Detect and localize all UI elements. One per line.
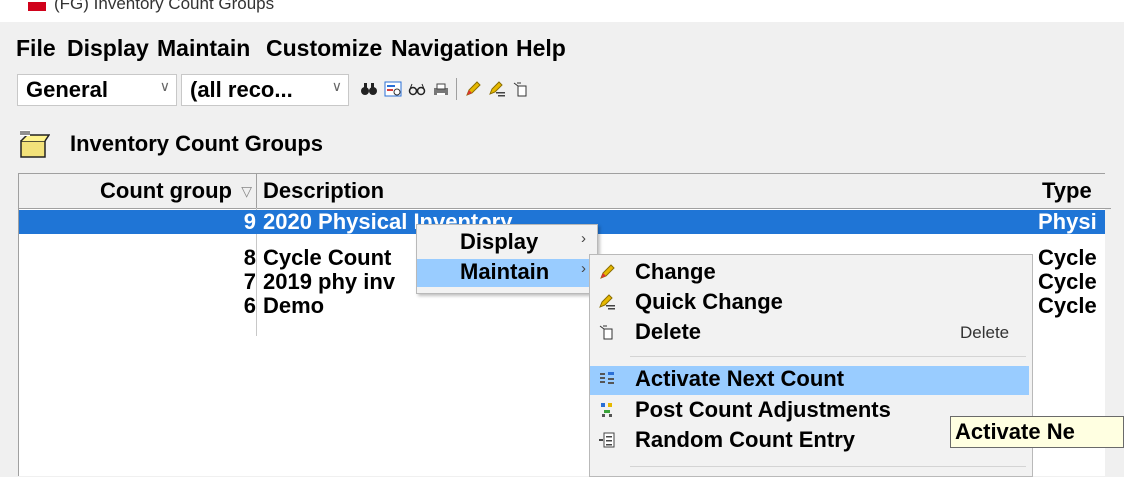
chevron-down-icon: ∨ [159,78,170,94]
menu-navigation[interactable]: Navigation [391,35,509,62]
pencil-icon [598,263,616,281]
cell-type: Cycle [1038,245,1097,270]
submenu-item-activate-next-count[interactable]: Activate Next Count [590,366,1029,395]
shortcut-label: Delete [960,323,1010,342]
cell-description: 2019 phy inv [263,269,396,294]
column-header-description[interactable]: Description [257,174,1043,209]
menu-separator [630,466,1026,467]
menu-help[interactable]: Help [516,35,566,62]
toolbar-separator [456,78,457,100]
quick-edit-icon[interactable] [488,80,506,98]
activate-icon [598,370,616,388]
chevron-down-icon: ∨ [331,78,342,94]
cell-description: Cycle Count [263,245,392,270]
cell-count-group: 7 [243,269,256,294]
chevron-right-icon: › [581,230,586,247]
cell-description: Demo [263,293,325,318]
chevron-right-icon: › [581,260,586,277]
view-select-value: General [26,77,108,102]
menu-display[interactable]: Display [67,35,149,62]
menu-bar: File Display Maintain Customize Navigati… [0,32,1124,62]
column-header-type[interactable]: Type [1036,174,1111,209]
page-title: Inventory Count Groups [70,131,323,156]
page-header: Inventory Count Groups [18,122,518,162]
glasses-icon[interactable] [408,80,426,98]
context-menu-item-display[interactable]: Display › [417,229,597,257]
view-select[interactable]: General ∨ [17,74,177,106]
filter-select-value: (all reco... [190,77,293,102]
random-entry-icon [598,431,616,449]
tooltip: Activate Ne [950,416,1124,448]
sort-down-icon: ▽ [241,183,252,199]
quick-edit-icon [598,293,616,311]
menu-customize[interactable]: Customize [266,35,382,62]
box-icon [18,130,51,158]
cell-type: Physi [1038,209,1097,234]
cell-count-group: 9 [243,209,256,234]
cell-count-group: 6 [243,293,256,318]
filter-icon[interactable] [384,80,402,98]
submenu-item-quick-change[interactable]: Quick Change [590,289,1032,317]
binoculars-icon[interactable] [360,80,378,98]
menu-file[interactable]: File [16,35,56,62]
window-title: (FG) Inventory Count Groups [54,0,275,13]
toolbar: General ∨ (all reco... ∨ [0,68,1124,108]
app-icon [28,2,46,11]
column-header-count-group[interactable]: Count group ▽ [19,174,257,209]
context-menu-item-maintain[interactable]: Maintain › [417,259,597,287]
delete-icon[interactable] [512,80,530,98]
cell-type: Cycle [1038,293,1097,318]
cell-count-group: 8 [243,245,256,270]
print-icon[interactable] [432,80,450,98]
filter-select[interactable]: (all reco... ∨ [181,74,349,106]
submenu-item-change[interactable]: Change [590,259,1032,287]
delete-icon [598,323,616,341]
submenu-item-delete[interactable]: Delete Delete [590,319,1032,347]
cell-type: Cycle [1038,269,1097,294]
menu-separator [630,356,1026,357]
menu-maintain[interactable]: Maintain [157,35,250,62]
window-titlebar: (FG) Inventory Count Groups [0,0,1124,22]
context-menu: Display › Maintain › [416,224,598,294]
pencil-icon[interactable] [464,80,482,98]
post-icon [598,401,616,419]
